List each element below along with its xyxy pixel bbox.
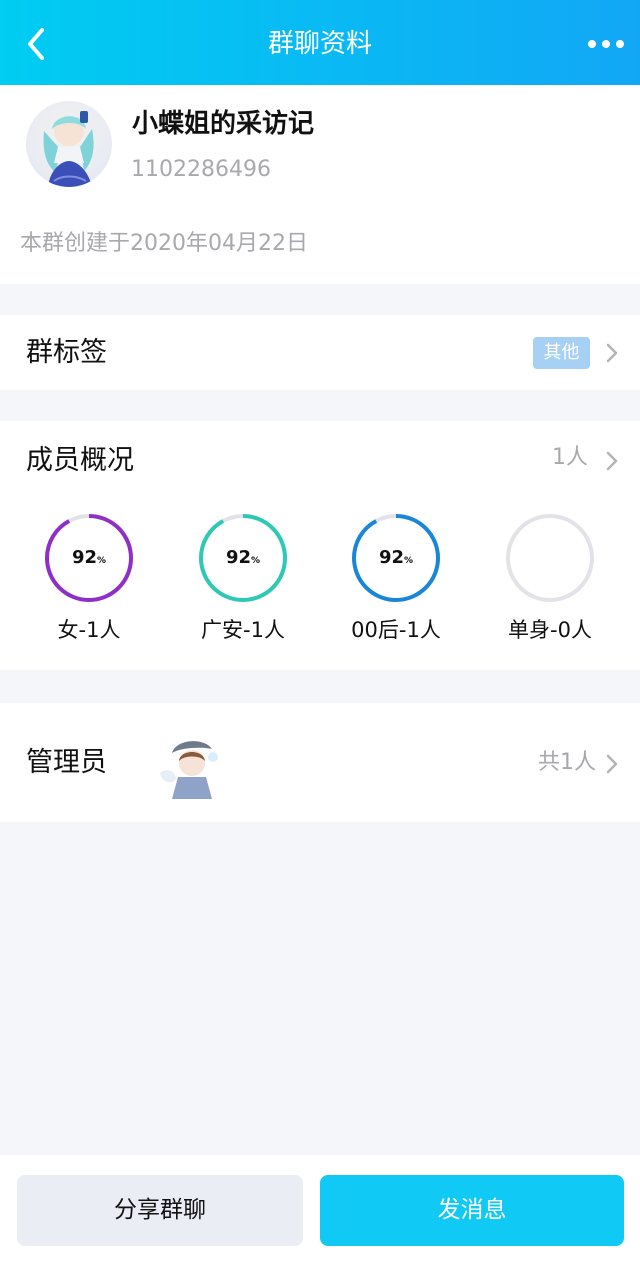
anime-girl-avatar-icon (43, 111, 94, 187)
member-overview-title: 成员概况 (26, 445, 134, 476)
chevron-right-icon (606, 343, 618, 363)
stat-label: 00后-1人 (351, 618, 441, 642)
member-overview-card: 成员概况 1人 92% 女-1人 92% 广安-1人 92% 00后-1人 单身… (0, 421, 640, 670)
group-tags-title: 群标签 (26, 337, 107, 368)
send-message-button[interactable]: 发消息 (320, 1175, 624, 1246)
ring-value: 92% (71, 547, 107, 568)
chevron-right-icon[interactable] (604, 449, 620, 473)
group-created-date: 本群创建于2020年04月22日 (20, 231, 308, 256)
bottom-action-bar: 分享群聊 发消息 (0, 1155, 640, 1264)
more-dot-icon (588, 40, 596, 48)
ring-value: 92% (225, 547, 261, 568)
admin-count: 共1人 (538, 750, 596, 775)
ring-value: 92% (378, 547, 414, 568)
chevron-right-icon (606, 754, 618, 774)
group-name: 小蝶姐的采访记 (132, 109, 315, 139)
admin-avatar[interactable] (152, 733, 222, 803)
stat-label: 女-1人 (57, 618, 121, 642)
more-dot-icon (616, 40, 624, 48)
member-count[interactable]: 1人 (552, 443, 588, 473)
group-tags-row[interactable]: 群标签 其他 (0, 315, 640, 390)
stat-label: 单身-0人 (508, 618, 592, 642)
top-nav-bar: 群聊资料 (0, 0, 640, 85)
stat-label: 广安-1人 (201, 618, 285, 642)
group-id: 1102286496 (131, 157, 271, 182)
ring-value (505, 513, 595, 603)
share-group-button[interactable]: 分享群聊 (17, 1175, 303, 1246)
tag-badge: 其他 (533, 337, 590, 369)
group-profile-card: 小蝶姐的采访记 1102286496 本群创建于2020年04月22日 (0, 85, 640, 284)
more-dot-icon (602, 40, 610, 48)
admins-row[interactable]: 管理员 共1人 (0, 703, 640, 822)
more-button[interactable] (584, 26, 628, 62)
page-title: 群聊资料 (267, 29, 372, 59)
group-avatar[interactable] (26, 101, 112, 187)
admins-title: 管理员 (26, 747, 107, 778)
